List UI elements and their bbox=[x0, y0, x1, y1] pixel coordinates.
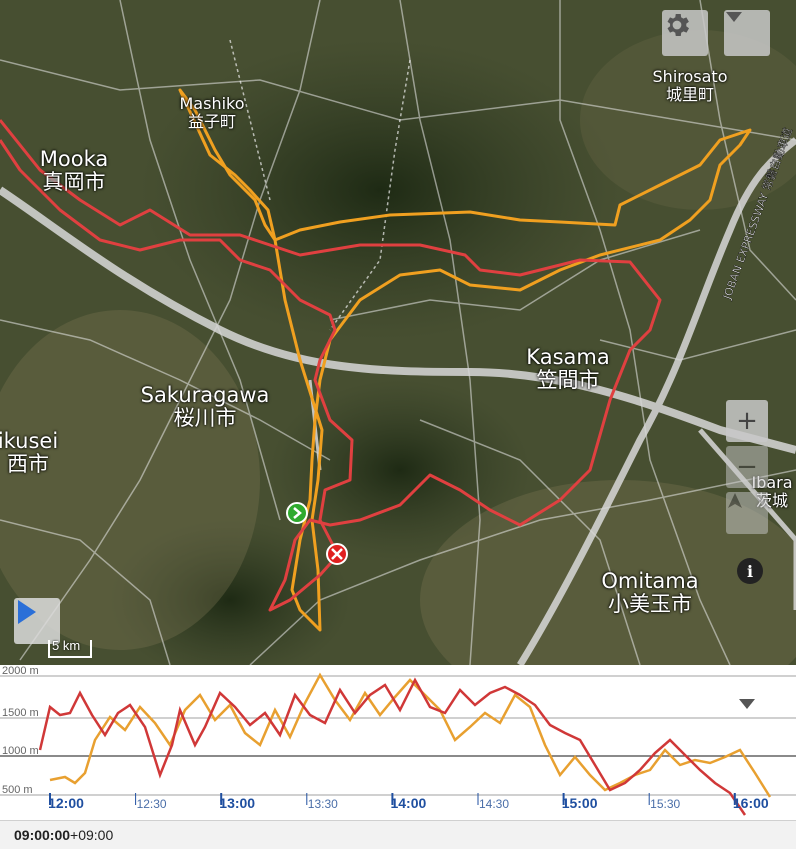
menu-dropdown-button[interactable] bbox=[724, 10, 770, 56]
profile-collapse-button[interactable] bbox=[728, 687, 766, 721]
place-label-chikusei: ikusei 西市 bbox=[0, 429, 59, 477]
info-button[interactable]: i bbox=[737, 558, 763, 584]
profile-x-label: 15:00 bbox=[562, 795, 598, 811]
time-zone: +09:00 bbox=[70, 827, 114, 843]
place-label-kasama: Kasama 笠間市 bbox=[526, 345, 610, 393]
place-name-en: Sakuragawa bbox=[140, 383, 270, 407]
place-name-en: Kasama bbox=[526, 345, 610, 369]
navigate-icon bbox=[728, 493, 742, 508]
locate-button[interactable] bbox=[726, 492, 768, 534]
map-view[interactable]: JOBAN EXPRESSWAY 常磐自動車道 Shirosato 城里町 Mash… bbox=[0, 0, 796, 665]
start-marker[interactable] bbox=[286, 502, 308, 524]
place-name-en: ikusei bbox=[0, 429, 59, 453]
current-time: 09:00:00+09:00 bbox=[14, 827, 113, 843]
place-name-ja: 西市 bbox=[6, 452, 49, 477]
settings-button[interactable] bbox=[662, 10, 708, 56]
place-label-shirosato: Shirosato 城里町 bbox=[653, 68, 728, 103]
profile-x-label: 13:30 bbox=[308, 797, 338, 811]
zoom-in-button[interactable]: + bbox=[726, 400, 768, 442]
scale-label: 5 km bbox=[52, 638, 81, 653]
profile-y-label: 1000 m bbox=[2, 745, 39, 757]
place-label-mashiko: Mashiko 益子町 bbox=[179, 95, 244, 130]
place-name-en: Omitama bbox=[601, 569, 699, 593]
profile-x-label: 14:30 bbox=[479, 797, 509, 811]
place-name-en: Mashiko bbox=[179, 94, 245, 113]
profile-x-label: 13:00 bbox=[219, 795, 255, 811]
place-name-ja: 桜川市 bbox=[173, 406, 237, 431]
elevation-profile[interactable]: 2000 m 1500 m 1000 m 500 m 12:00 12:30 13:00 1… bbox=[0, 665, 796, 820]
profile-x-label: 12:00 bbox=[48, 795, 84, 811]
place-name-en: Shirosato bbox=[652, 67, 728, 86]
profile-x-label: 15:30 bbox=[650, 797, 680, 811]
info-icon: i bbox=[746, 561, 754, 581]
place-label-mooka: Mooka 真岡市 bbox=[39, 147, 109, 195]
zoom-out-icon: − bbox=[736, 452, 758, 482]
scale-bar: 5 km bbox=[48, 638, 92, 658]
gear-icon bbox=[667, 14, 689, 36]
elevation-orange bbox=[49, 672, 772, 798]
time-value: 09:00:00 bbox=[14, 827, 71, 843]
play-icon bbox=[18, 600, 36, 624]
triangle-down-icon bbox=[739, 699, 755, 709]
profile-y-label: 2000 m bbox=[2, 665, 39, 677]
time-footer: 09:00:00+09:00 bbox=[0, 820, 796, 849]
profile-x-label: 12:30 bbox=[137, 797, 167, 811]
elevation-chart: 2000 m 1500 m 1000 m 500 m 12:00 12:30 13:00 1… bbox=[0, 665, 796, 816]
place-label-omitama: Omitama 小美玉市 bbox=[601, 569, 699, 617]
zoom-in-icon: + bbox=[736, 406, 758, 436]
end-marker[interactable] bbox=[326, 543, 348, 565]
place-name-ja: 小美玉市 bbox=[608, 592, 692, 617]
place-label-sakuragawa: Sakuragawa 桜川市 bbox=[140, 383, 270, 431]
profile-x-label: 16:00 bbox=[733, 795, 769, 811]
place-name-ja: 笠間市 bbox=[536, 368, 600, 393]
zoom-out-button[interactable]: − bbox=[726, 446, 768, 488]
place-name-ja: 真岡市 bbox=[42, 170, 106, 195]
profile-y-label: 500 m bbox=[2, 784, 33, 796]
chevron-down-icon bbox=[726, 12, 742, 22]
place-name-ja: 益子町 bbox=[187, 111, 237, 131]
place-name-ja: 城里町 bbox=[665, 84, 714, 104]
profile-y-label: 1500 m bbox=[2, 707, 39, 719]
profile-x-label: 14:00 bbox=[390, 795, 426, 811]
place-name-en: Mooka bbox=[39, 147, 109, 171]
